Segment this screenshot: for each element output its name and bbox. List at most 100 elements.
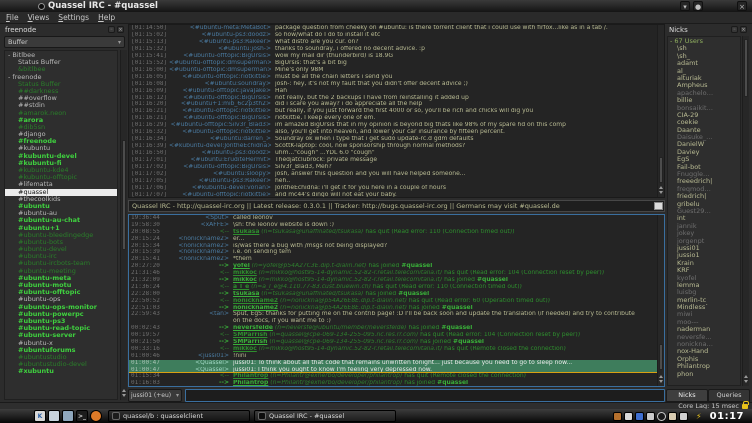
nick-item[interactable]: phon xyxy=(668,371,740,378)
menu-views[interactable]: Views xyxy=(28,13,50,22)
buffer-item[interactable]: ##overflow xyxy=(5,95,117,102)
buffer-item[interactable]: #kubuntu-kde4 xyxy=(5,167,117,174)
chat-monitor-scrollbar[interactable] xyxy=(657,25,664,197)
buffer-item[interactable]: #kubuntu-fi xyxy=(5,160,117,167)
tab-nicks[interactable]: Nicks xyxy=(666,389,708,402)
nick-item[interactable]: Guest29… xyxy=(668,208,740,215)
buffer-item[interactable]: #ubuntu-bots xyxy=(5,239,117,246)
buffer-item[interactable]: #xubuntu xyxy=(5,368,117,375)
buffer-item[interactable]: #freenode xyxy=(5,138,117,145)
nick-item[interactable]: Daviey xyxy=(668,149,740,156)
nick-list-scrollbar[interactable] xyxy=(742,36,749,386)
nick-item[interactable]: kyofel xyxy=(668,275,740,282)
buffer-item[interactable]: - Bitlbee xyxy=(5,52,117,59)
nick-item[interactable]: apachelo… xyxy=(668,90,740,97)
quassel-tray-icon[interactable] xyxy=(657,412,666,421)
buffer-item[interactable]: #ubuntu-motu xyxy=(5,282,117,289)
nick-item[interactable]: luisbg xyxy=(668,289,740,296)
nick-item[interactable]: \sh xyxy=(668,45,740,52)
dock-close-icon[interactable]: × xyxy=(117,26,124,33)
buffer-item[interactable]: #ubuntustudio-devel xyxy=(5,361,117,368)
nick-item[interactable]: billie xyxy=(668,97,740,104)
nick-item[interactable]: jannik xyxy=(668,223,740,230)
nick-item[interactable]: bonsaikit… xyxy=(668,105,740,112)
menu-help[interactable]: Help xyxy=(98,13,115,22)
nick-dock-header[interactable]: Nicks ◦ × xyxy=(666,24,750,35)
nick-item[interactable]: CIA-29 xyxy=(668,112,740,119)
menu-settings[interactable]: Settings xyxy=(58,13,89,22)
chat-monitor-view[interactable]: [01:14:50]<#ubuntu-meta:MetaBot>package … xyxy=(128,24,665,198)
buffer-item[interactable]: #ubuntu-ops xyxy=(5,296,117,303)
buffer-item[interactable]: #ubuntu+1 xyxy=(5,225,117,232)
nick-item[interactable]: EgS xyxy=(668,156,740,163)
buffer-item[interactable]: #kubuntu xyxy=(5,145,117,152)
taskbar-task[interactable]: Quassel IRC - #quassel xyxy=(254,410,396,422)
scrollbar-handle[interactable] xyxy=(659,157,663,183)
buffer-item[interactable]: - freenode xyxy=(5,74,117,81)
nick-item[interactable]: Philantrop xyxy=(668,363,740,370)
nick-item[interactable]: alturiak xyxy=(668,75,740,82)
nick-item[interactable]: al_ xyxy=(668,68,740,75)
buffer-item[interactable]: #ubuntu-irc xyxy=(5,253,117,260)
buffer-filter-combo[interactable]: Buffer ▾ xyxy=(4,36,125,48)
maximize-button[interactable]: ● xyxy=(693,1,703,11)
buffer-item[interactable]: #ubuntu-au-chat xyxy=(5,217,117,224)
topic-bar[interactable]: Quassel IRC - http://quassel-irc.org || … xyxy=(128,200,665,212)
buffer-scrollbar[interactable] xyxy=(120,50,127,400)
nick-item[interactable]: Daisuke_… xyxy=(668,134,740,141)
nick-item[interactable]: naderman xyxy=(668,326,740,333)
pen-tray-icon[interactable] xyxy=(646,412,655,421)
nick-item[interactable]: Mindless` xyxy=(668,304,740,311)
buffer-item[interactable]: #ubuntu-ops-monitor xyxy=(5,304,117,311)
buffer-item[interactable]: #ubuntu-x xyxy=(5,340,117,347)
nick-item[interactable]: nonickna… xyxy=(668,341,740,348)
firefox-icon[interactable] xyxy=(90,410,102,422)
nick-selector[interactable]: jussi01 (+eu) ▾ xyxy=(128,389,182,402)
buffer-item[interactable]: #ubuntu-devel xyxy=(5,246,117,253)
title-bar[interactable]: Quassel IRC - #quassel ▾ ● × xyxy=(0,0,752,12)
mail-tray-icon[interactable] xyxy=(668,412,677,421)
buffer-item[interactable]: #ubuntu-meeting xyxy=(5,268,117,275)
buffer-item[interactable]: #ubuntu-read-topic xyxy=(5,325,117,332)
nick-item[interactable]: \sh_ xyxy=(668,53,740,60)
scrollbar-handle[interactable] xyxy=(122,140,126,250)
nick-item[interactable]: miwi xyxy=(668,311,740,318)
nick-item[interactable]: Krain xyxy=(668,260,740,267)
close-button[interactable]: × xyxy=(737,1,747,11)
screen-tray-icon[interactable] xyxy=(635,412,644,421)
dock-float-icon[interactable]: ◦ xyxy=(108,26,115,33)
package-tray-icon[interactable] xyxy=(613,412,622,421)
nick-item[interactable]: moo--- xyxy=(668,319,740,326)
buffer-item[interactable]: #ubuntu xyxy=(5,203,117,210)
shade-button[interactable]: ▾ xyxy=(680,1,690,11)
buffer-item[interactable]: #ubuntu-powerpc xyxy=(5,311,117,318)
nick-item[interactable]: merlin-tc xyxy=(668,297,740,304)
nick-item[interactable]: freqmod… xyxy=(668,186,740,193)
buffer-item[interactable]: #arora xyxy=(5,117,117,124)
volume-tray-icon[interactable] xyxy=(679,412,688,421)
topic-edit-icon[interactable] xyxy=(654,202,663,210)
buffer-item[interactable]: #kubuntu-devel xyxy=(5,153,117,160)
nick-group-header[interactable]: - 67 Users xyxy=(668,38,740,45)
dock-close-icon[interactable]: × xyxy=(740,26,747,33)
buffer-item[interactable]: #django xyxy=(5,131,117,138)
nick-item[interactable]: Fail-bot xyxy=(668,164,740,171)
channel-chat-scrollbar[interactable] xyxy=(657,215,664,386)
klipper-icon[interactable] xyxy=(624,412,633,421)
nick-item[interactable]: friedrich| xyxy=(668,193,740,200)
buffer-item[interactable]: ##stdin xyxy=(5,102,117,109)
buffer-item[interactable]: #ubuntu-ircbots-team xyxy=(5,260,117,267)
buffer-item[interactable]: &bitlbee xyxy=(5,66,117,73)
buffer-item[interactable]: #ubuntuforums xyxy=(5,347,117,354)
buffer-item[interactable]: Status Buffer xyxy=(5,81,117,88)
nick-item[interactable]: KRF xyxy=(668,267,740,274)
buffer-item[interactable]: #thecoolkids xyxy=(5,196,117,203)
show-desktop-icon[interactable] xyxy=(48,410,60,422)
menu-file[interactable]: File xyxy=(6,13,19,22)
channel-chat-view[interactable]: 19:36:44<Sput>called leonov19:58:30<xAFF… xyxy=(128,214,665,387)
nick-item[interactable]: jussi01 xyxy=(668,245,740,252)
buffer-item[interactable]: #ubuntu-meta xyxy=(5,275,117,282)
nick-item[interactable]: neversfe… xyxy=(668,334,740,341)
buffer-item[interactable]: #ubuntu-bleedingedge xyxy=(5,232,117,239)
buffer-item[interactable]: #kubuntu-offtopic xyxy=(5,174,117,181)
